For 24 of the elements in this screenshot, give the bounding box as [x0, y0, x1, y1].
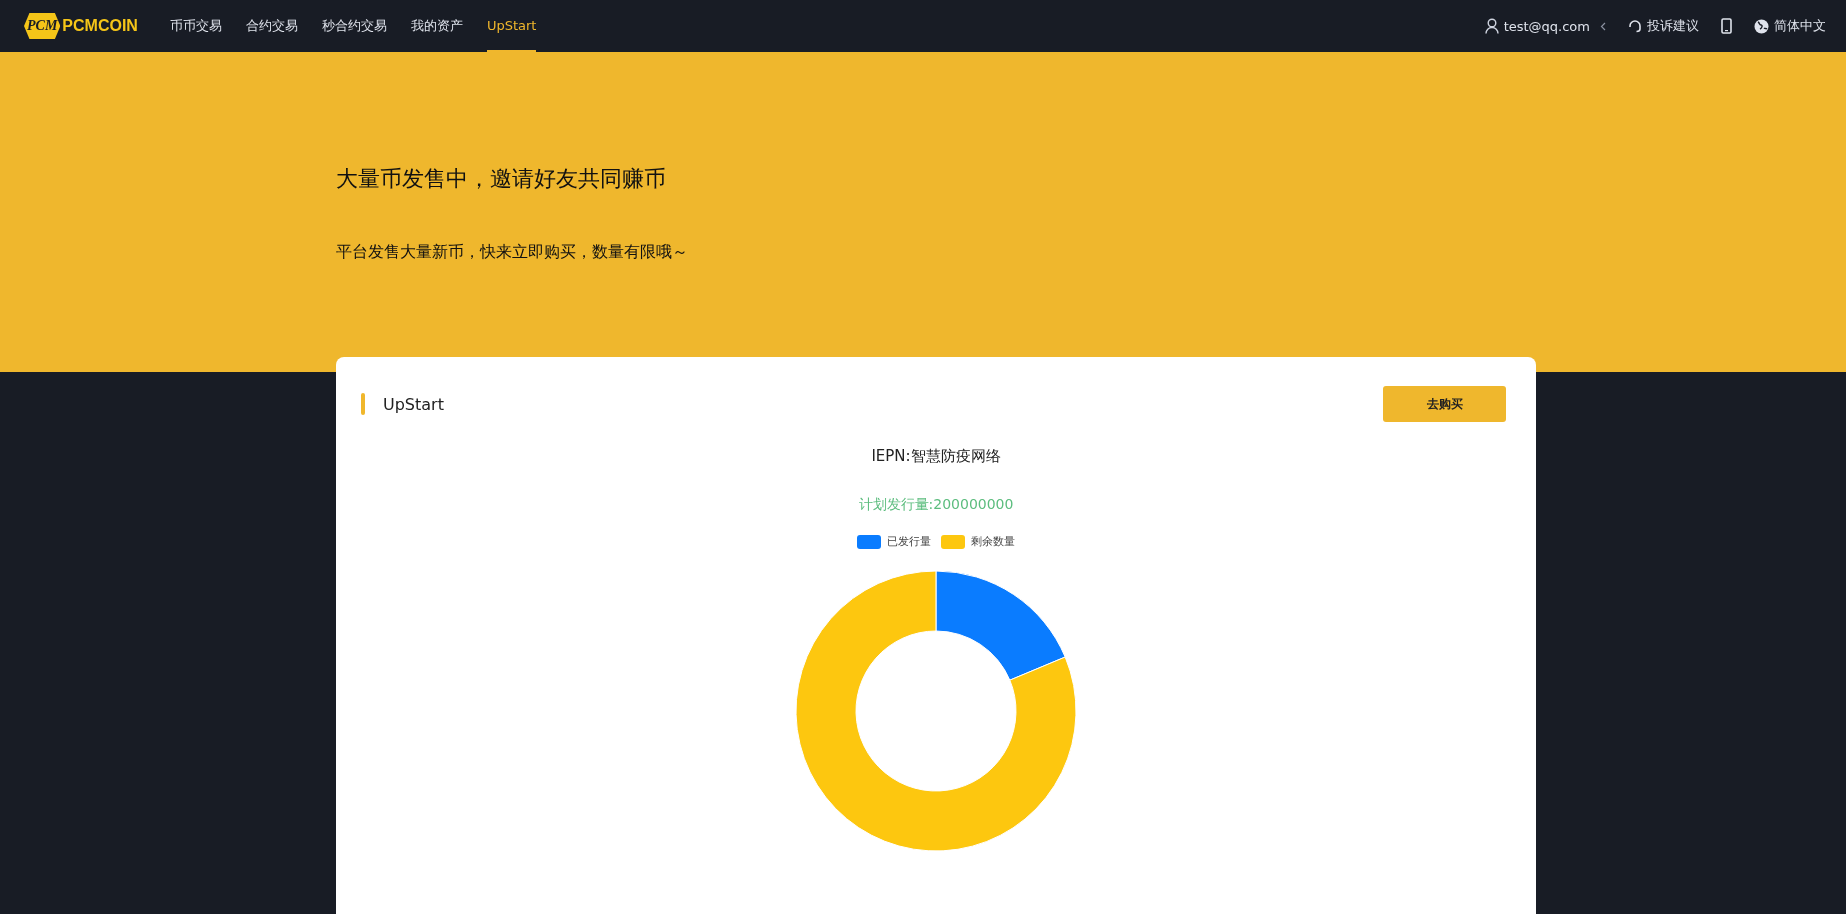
card-title: UpStart — [383, 394, 445, 414]
nav-link[interactable]: 秒合约交易 — [321, 0, 387, 52]
feedback-link[interactable]: 投诉建议 — [1647, 17, 1699, 35]
language-selector[interactable]: 简体中文 — [1774, 17, 1826, 35]
legend-label[interactable]: 已发行量 — [887, 534, 931, 549]
nav-link[interactable]: 币币交易 — [169, 0, 222, 52]
nav-link[interactable]: 我的资产 — [410, 0, 463, 52]
nav-link[interactable]: 合约交易 — [245, 0, 298, 52]
banner-title: 大量币发售中，邀请好友共同赚币 — [336, 165, 667, 193]
chevron-left-icon[interactable] — [1600, 21, 1606, 31]
logo-badge: PCM — [24, 13, 61, 39]
legend-swatch[interactable] — [941, 534, 965, 549]
logo[interactable]: PCM PCMCOIN — [24, 13, 138, 39]
planned-supply-text: 计划发行量:200000000 — [858, 496, 1014, 514]
legend-label[interactable]: 剩余数量 — [971, 534, 1015, 549]
chart-title: IEPN:智慧防疫网络 — [871, 447, 1001, 466]
legend-swatch[interactable] — [857, 534, 881, 549]
logo-text: PCMCOIN — [62, 17, 138, 35]
banner-subtitle: 平台发售大量新币，快来立即购买，数量有限哦～ — [336, 242, 688, 263]
user-icon[interactable] — [1484, 18, 1499, 34]
user-email-link[interactable]: test@qq.com — [1503, 18, 1590, 34]
buy-button[interactable]: 去购买 — [1383, 386, 1506, 422]
accent-bar — [361, 393, 365, 415]
mobile-phone-icon[interactable] — [1721, 18, 1732, 34]
